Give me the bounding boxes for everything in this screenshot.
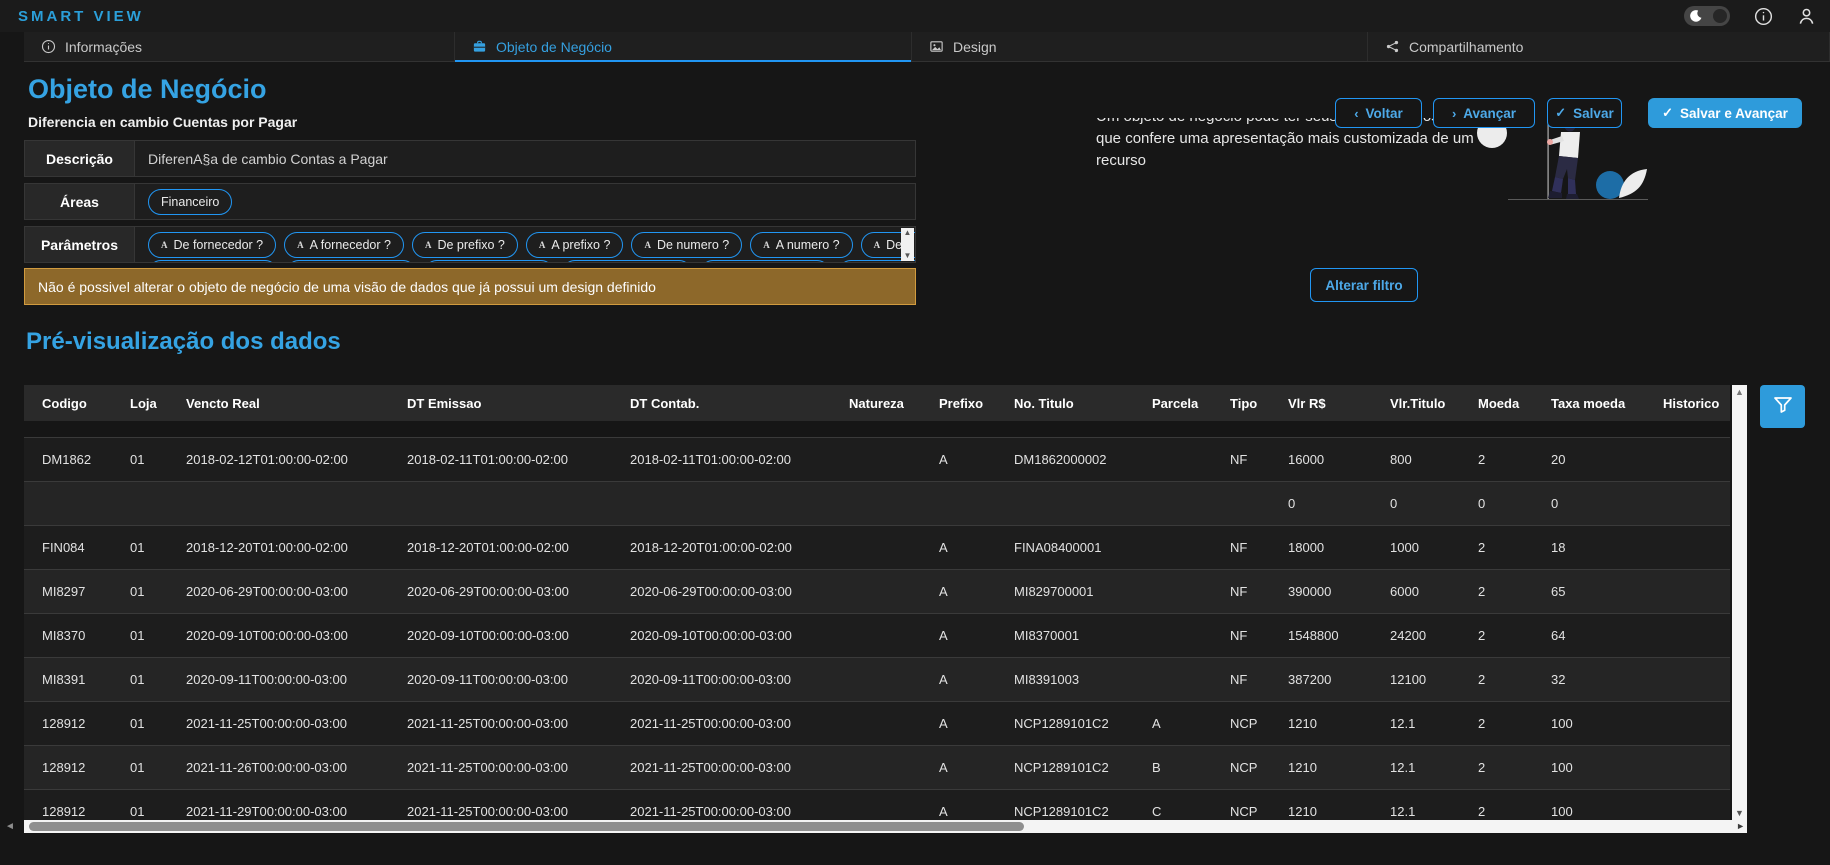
tab-bar: Informações Objeto de Negócio Design Compar…	[24, 32, 1830, 62]
parametros-value: A De fornecedor ? A A fornecedor ? A De prefi…	[135, 227, 915, 262]
top-bar: SMART VIEW	[0, 0, 1830, 32]
chip-label: A prefixo ?	[551, 238, 610, 252]
warning-banner: Não é possivel alterar o objeto de negóc…	[24, 268, 916, 305]
chip-hidden[interactable]	[424, 260, 554, 262]
tab-label: Compartilhamento	[1409, 39, 1523, 55]
button-label: Salvar	[1573, 106, 1614, 121]
areas-label: Áreas	[25, 184, 135, 219]
dark-mode-toggle[interactable]	[1684, 6, 1730, 26]
toggle-knob	[1713, 9, 1727, 23]
chevron-right-icon: ›	[1452, 106, 1456, 121]
chip-hidden[interactable]	[286, 260, 416, 262]
app-logo: SMART VIEW	[18, 8, 144, 25]
text-type-icon: A	[425, 240, 432, 250]
scroll-down-icon: ▼	[904, 251, 912, 261]
filter-panel: Um objeto de negócio pode ter seus dados…	[0, 0, 1830, 865]
moon-icon	[1689, 9, 1703, 23]
salvar-e-avancar-button[interactable]: ✓ Salvar e Avançar	[1648, 98, 1802, 128]
field-descricao: Descrição DiferenA§a de cambio Contas a …	[24, 140, 916, 177]
chip-label: De prefixo ?	[437, 238, 504, 252]
salvar-button[interactable]: ✓ Salvar	[1547, 98, 1622, 128]
chip-financeiro[interactable]: Financeiro	[148, 189, 232, 215]
text-type-icon: A	[644, 240, 651, 250]
text-type-icon: A	[539, 240, 546, 250]
parametros-label: Parâmetros	[25, 227, 135, 262]
text-type-icon: A	[297, 240, 304, 250]
descricao-label: Descrição	[25, 141, 135, 176]
parametros-scrollbar[interactable]: ▲ ▼	[901, 228, 914, 261]
descricao-value: DiferenA§a de cambio Contas a Pagar	[135, 141, 915, 176]
info-icon[interactable]	[1754, 7, 1773, 26]
text-type-icon: A	[874, 240, 881, 250]
briefcase-icon	[472, 39, 487, 54]
parametros-chips-overflow	[148, 260, 915, 262]
chip-label: A fornecedor ?	[310, 238, 391, 252]
tab-design[interactable]: Design	[912, 32, 1368, 61]
chip-label: A numero ?	[776, 238, 840, 252]
tab-label: Informações	[65, 39, 142, 55]
button-label: Avançar	[1463, 106, 1516, 121]
user-icon[interactable]	[1797, 7, 1816, 26]
chip-hidden[interactable]	[148, 260, 278, 262]
button-label: Voltar	[1366, 106, 1403, 121]
areas-chips: Financeiro	[148, 189, 232, 215]
chip-de-numero[interactable]: A De numero ?	[631, 232, 742, 258]
chip-label: Financeiro	[161, 195, 219, 209]
topbar-actions	[1684, 6, 1816, 26]
chip-a-numero[interactable]: A A numero ?	[750, 232, 852, 258]
chip-de-fornecedor[interactable]: A De fornecedor ?	[148, 232, 276, 258]
areas-value: Financeiro	[135, 184, 915, 219]
info-icon	[41, 39, 56, 54]
text-type-icon: A	[763, 240, 770, 250]
chip-label: De numero ?	[657, 238, 729, 252]
tab-objeto-de-negocio[interactable]: Objeto de Negócio	[455, 32, 912, 61]
voltar-button[interactable]: ‹ Voltar	[1335, 98, 1422, 128]
chevron-left-icon: ‹	[1354, 106, 1358, 121]
tab-compartilhamento[interactable]: Compartilhamento	[1368, 32, 1830, 61]
avancar-button[interactable]: › Avançar	[1433, 98, 1535, 128]
field-areas: Áreas Financeiro	[24, 183, 916, 220]
parametros-chips: A De fornecedor ? A A fornecedor ? A De prefi…	[148, 232, 915, 258]
scroll-up-icon: ▲	[904, 228, 912, 238]
tab-label: Objeto de Negócio	[496, 39, 612, 55]
button-label: Salvar e Avançar	[1680, 106, 1788, 121]
field-parametros: Parâmetros A De fornecedor ? A A fornecedor…	[24, 226, 916, 263]
chip-hidden[interactable]	[562, 260, 692, 262]
chip-de-prefixo[interactable]: A De prefixo ?	[412, 232, 518, 258]
chip-label: De fornecedor ?	[174, 238, 264, 252]
share-icon	[1385, 39, 1400, 54]
tab-label: Design	[953, 39, 997, 55]
tab-informacoes[interactable]: Informações	[24, 32, 455, 61]
text-type-icon: A	[161, 240, 168, 250]
alterar-filtro-button[interactable]: Alterar filtro	[1310, 268, 1418, 302]
image-icon	[929, 39, 944, 54]
smart-view-app: SMART VIEW Informações Objeto de Negócio D…	[0, 0, 1830, 865]
check-icon: ✓	[1662, 105, 1673, 121]
chip-a-prefixo[interactable]: A A prefixo ?	[526, 232, 624, 258]
chip-hidden[interactable]	[700, 260, 830, 262]
chip-a-fornecedor[interactable]: A A fornecedor ?	[284, 232, 404, 258]
check-icon: ✓	[1555, 105, 1566, 121]
